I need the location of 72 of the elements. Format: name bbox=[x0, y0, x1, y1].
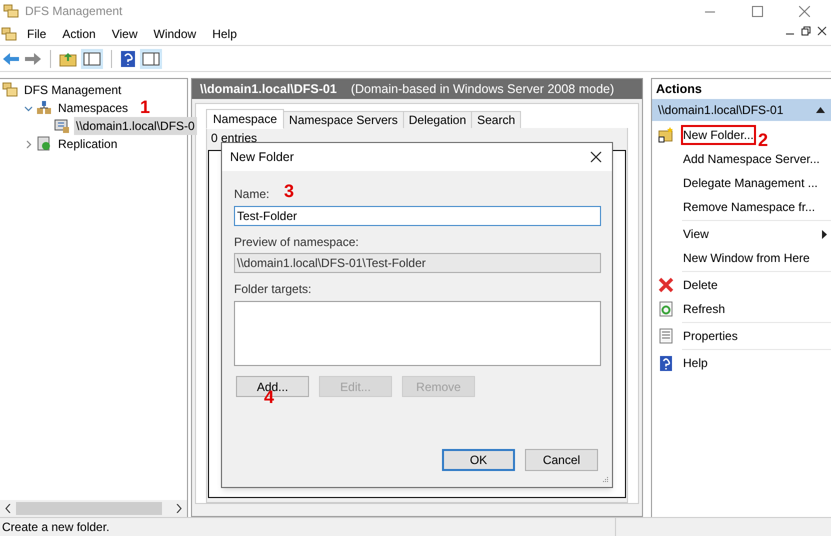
scroll-thumb[interactable] bbox=[16, 502, 162, 515]
task-link[interactable]: Delegate Management ... bbox=[682, 174, 819, 192]
task-link[interactable]: New Folder... bbox=[682, 126, 755, 144]
task-link[interactable]: Help bbox=[682, 354, 709, 372]
folders-icon bbox=[2, 82, 18, 98]
task-link[interactable]: New Window from Here bbox=[682, 249, 811, 267]
preview-label: Preview of namespace: bbox=[234, 234, 360, 251]
app-icon bbox=[1, 26, 17, 40]
task-link[interactable]: Properties bbox=[682, 327, 739, 345]
menu-item[interactable]: File bbox=[19, 24, 54, 42]
folder-up-icon[interactable] bbox=[59, 50, 77, 66]
annotation-number: 2 bbox=[758, 129, 768, 152]
collapsed-chevron-icon[interactable] bbox=[24, 140, 32, 148]
tab[interactable]: Namespace bbox=[206, 109, 284, 129]
collapse-icon[interactable] bbox=[816, 107, 825, 113]
task-link[interactable]: View bbox=[682, 225, 710, 243]
status-text: Create a new folder. bbox=[1, 519, 110, 536]
folder-targets-label: Folder targets: bbox=[234, 281, 312, 298]
delete-icon bbox=[658, 277, 674, 293]
tree-item[interactable]: \\domain1.local\DFS-0 bbox=[74, 117, 197, 135]
actions-section-header[interactable]: \\domain1.local\DFS-01 bbox=[652, 99, 831, 121]
preview-field: \\domain1.local\DFS-01\Test-Folder bbox=[234, 253, 601, 273]
name-field[interactable]: Test-Folder bbox=[234, 206, 601, 226]
scroll-left-icon[interactable] bbox=[5, 504, 11, 513]
tree-item[interactable]: Namespaces bbox=[56, 99, 130, 117]
properties-icon bbox=[658, 328, 674, 344]
back-arrow-icon[interactable] bbox=[2, 52, 20, 66]
scroll-right-icon[interactable] bbox=[176, 504, 182, 513]
replication-icon bbox=[36, 136, 52, 152]
maximize-icon[interactable] bbox=[752, 6, 763, 16]
new-folder-icon bbox=[658, 127, 674, 143]
app-icon bbox=[3, 4, 19, 18]
namespace-path: \\domain1.local\DFS-01 bbox=[200, 80, 337, 98]
menu-item[interactable]: Action bbox=[54, 24, 104, 42]
actions-section-title: \\domain1.local\DFS-01 bbox=[658, 102, 784, 119]
close-icon[interactable] bbox=[817, 26, 827, 36]
expanded-chevron-icon[interactable] bbox=[24, 104, 32, 112]
menu-item[interactable]: Help bbox=[204, 24, 245, 42]
close-icon[interactable] bbox=[590, 151, 602, 163]
menu-item[interactable]: Window bbox=[146, 24, 204, 42]
horizontal-scrollbar[interactable] bbox=[0, 500, 187, 517]
window-title: DFS Management bbox=[25, 3, 122, 20]
task-link[interactable]: Refresh bbox=[682, 300, 726, 318]
ok-button[interactable]: OK bbox=[442, 449, 515, 471]
tab[interactable]: Search bbox=[471, 111, 522, 129]
pane-toggle-icon[interactable] bbox=[81, 48, 103, 68]
refresh-icon bbox=[658, 301, 674, 317]
forward-arrow-icon[interactable] bbox=[24, 52, 42, 66]
menu-item[interactable]: View bbox=[104, 24, 146, 42]
task-link[interactable]: Add Namespace Server... bbox=[682, 150, 821, 168]
actions-header: Actions bbox=[655, 80, 703, 98]
annotation-number: 3 bbox=[284, 180, 294, 203]
namespace-mode: (Domain-based in Windows Server 2008 mode) bbox=[350, 80, 614, 98]
annotation-number: 1 bbox=[140, 96, 150, 119]
name-label: Name: bbox=[234, 186, 270, 203]
resize-grip-icon[interactable] bbox=[601, 476, 609, 484]
entries-count: 0 entries bbox=[211, 130, 258, 147]
pane-toggle-icon[interactable] bbox=[140, 48, 162, 68]
tree-item[interactable]: DFS Management bbox=[22, 81, 124, 99]
tree-item[interactable]: Replication bbox=[56, 135, 120, 153]
help-icon bbox=[658, 355, 674, 371]
tab[interactable]: Namespace Servers bbox=[283, 111, 404, 129]
server-folder-icon bbox=[54, 118, 70, 134]
task-link[interactable]: Remove Namespace fr... bbox=[682, 198, 816, 216]
task-link[interactable]: Delete bbox=[682, 276, 719, 294]
folder-targets-list[interactable] bbox=[234, 301, 601, 366]
restore-icon[interactable] bbox=[801, 26, 811, 36]
help-icon[interactable] bbox=[120, 50, 136, 68]
cancel-button[interactable]: Cancel bbox=[525, 449, 598, 471]
dialog-title: New Folder bbox=[230, 148, 294, 166]
tab[interactable]: Delegation bbox=[402, 111, 472, 129]
hierarchy-icon bbox=[36, 100, 52, 116]
